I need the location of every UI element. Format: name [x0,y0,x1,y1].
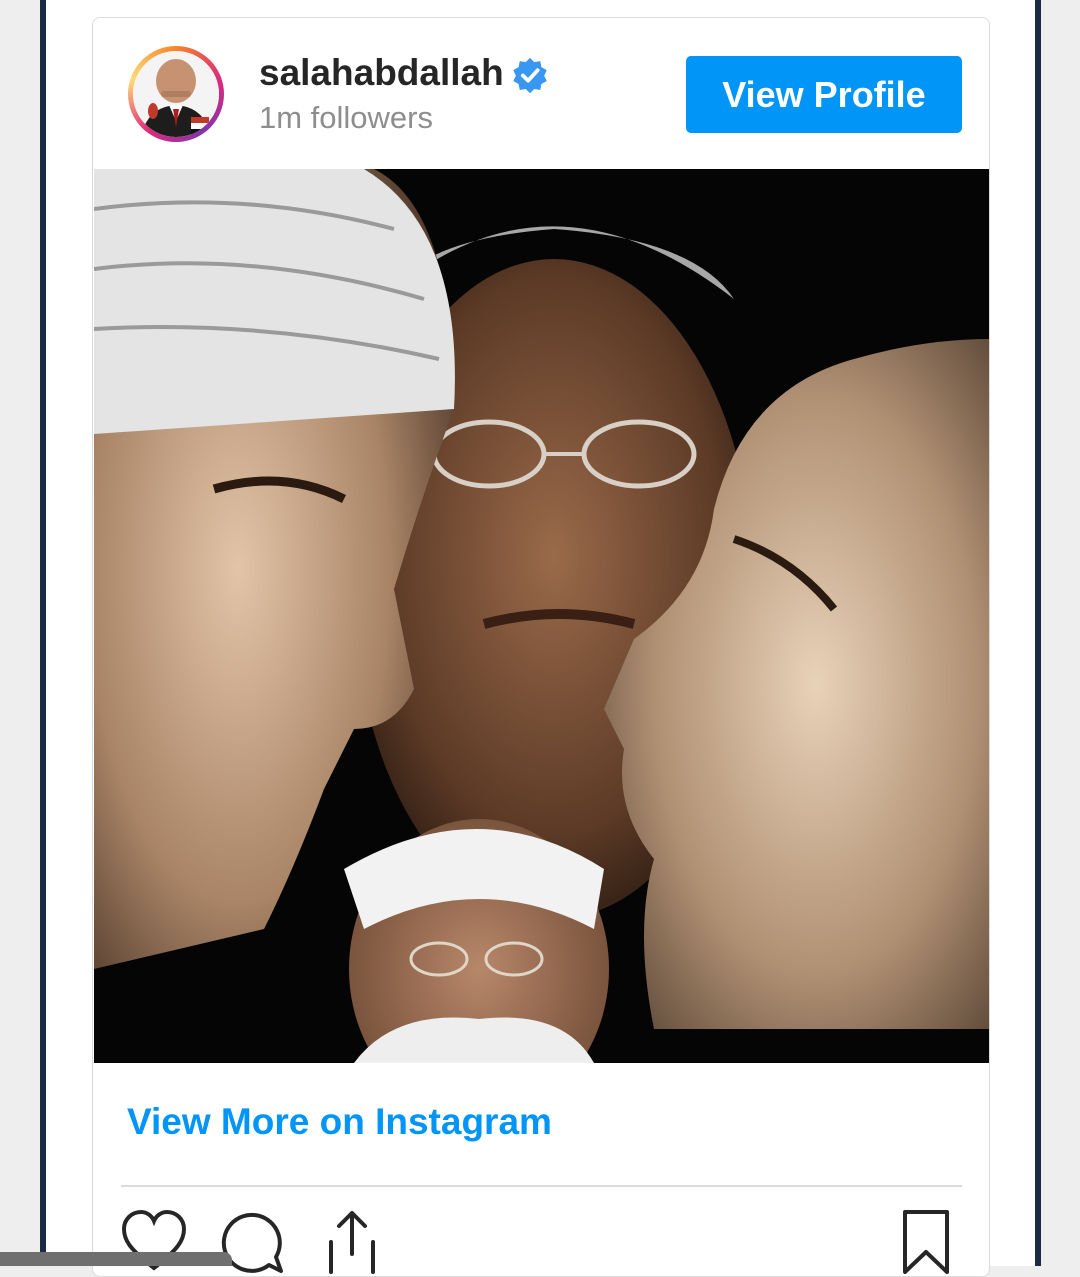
bookmark-icon[interactable] [893,1208,959,1274]
avatar[interactable] [128,46,224,142]
username[interactable]: salahabdallah [259,52,504,94]
avatar-photo [133,51,219,137]
instagram-embed-card: salahabdallah 1m followers View Profile [92,17,990,1277]
divider [121,1185,962,1187]
follower-count: 1m followers [259,100,433,135]
verified-badge-icon [513,57,547,94]
bottom-toolbar[interactable] [0,1252,232,1266]
share-icon[interactable] [319,1208,385,1274]
view-profile-button[interactable]: View Profile [686,56,962,133]
view-more-on-instagram-link[interactable]: View More on Instagram [127,1101,552,1143]
post-image[interactable] [93,169,989,1119]
